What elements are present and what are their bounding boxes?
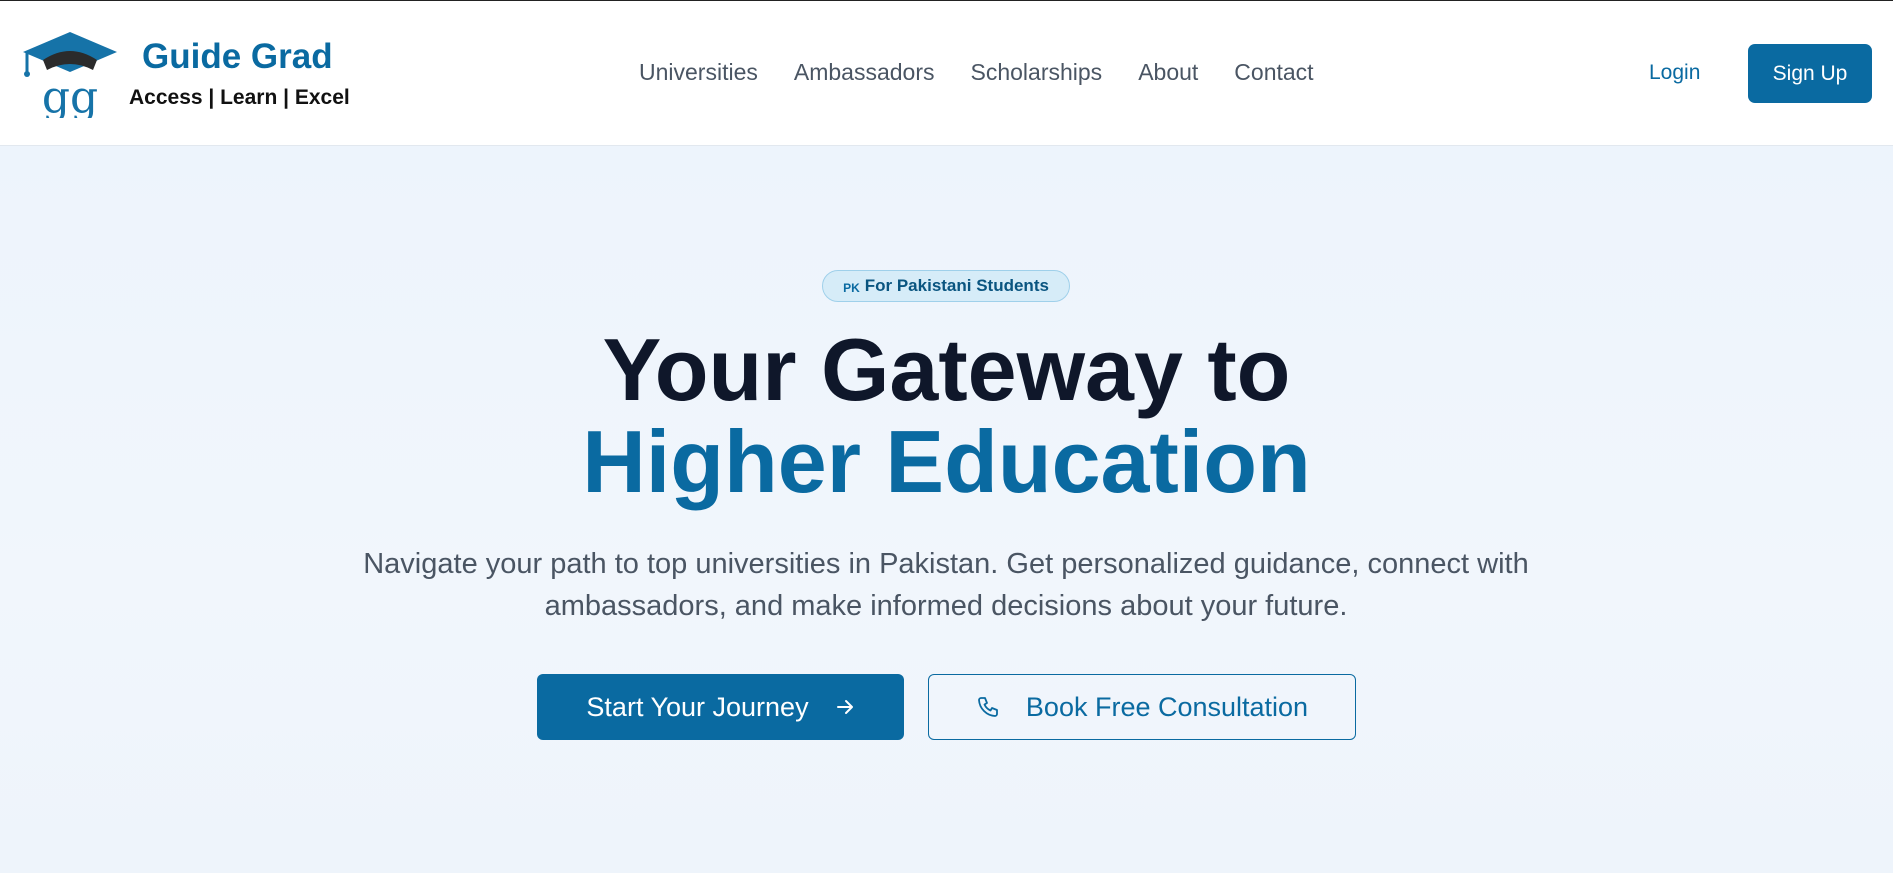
badge-label: For Pakistani Students	[864, 276, 1049, 295]
phone-icon	[978, 697, 998, 717]
start-journey-label: Start Your Journey	[586, 691, 809, 722]
top-navbar: gg Guide Grad Access | Learn | Excel Uni…	[0, 1, 1893, 146]
signup-button[interactable]: Sign Up	[1748, 44, 1872, 103]
logo-letters: gg	[42, 72, 98, 118]
hero-headline-line1: Your Gateway to	[602, 320, 1291, 419]
nav-link-universities[interactable]: Universities	[639, 59, 758, 86]
book-consultation-label: Book Free Consultation	[1025, 691, 1309, 722]
book-consultation-button[interactable]: Book Free Consultation	[928, 674, 1356, 740]
logo-graduation-cap-icon[interactable]: gg	[21, 30, 119, 123]
arrow-right-icon	[836, 700, 853, 714]
brand-name[interactable]: Guide Grad	[142, 37, 333, 77]
nav-link-scholarships[interactable]: Scholarships	[971, 59, 1103, 86]
hero-subtitle: Navigate your path to top universities i…	[363, 548, 1529, 622]
nav-link-ambassadors[interactable]: Ambassadors	[794, 59, 935, 86]
start-journey-button[interactable]: Start Your Journey	[537, 674, 904, 740]
nav-link-about[interactable]: About	[1138, 59, 1198, 86]
brand-tagline: Access | Learn | Excel	[129, 86, 350, 109]
audience-badge: PK For Pakistani Students	[822, 270, 1070, 302]
hero-headline-line2: Higher Education	[582, 412, 1311, 511]
hero-section: PK For Pakistani Students Your Gateway t…	[0, 146, 1893, 873]
nav-link-contact[interactable]: Contact	[1234, 59, 1313, 86]
main-nav: Universities Ambassadors Scholarships Ab…	[639, 59, 1350, 86]
pakistan-flag-icon: PK	[843, 280, 860, 295]
login-link[interactable]: Login	[1649, 61, 1700, 85]
